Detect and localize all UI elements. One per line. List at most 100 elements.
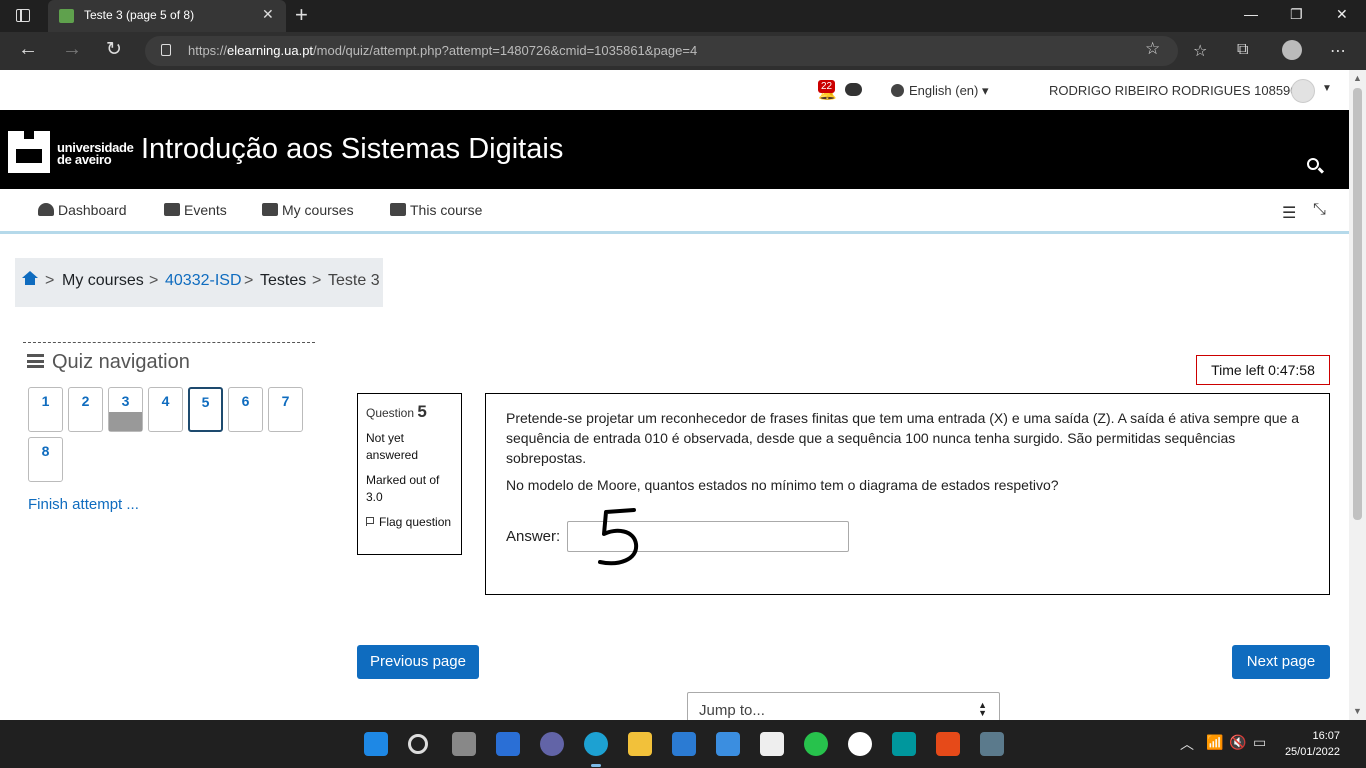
next-page-button[interactable]: Next page (1232, 645, 1330, 679)
store-icon[interactable] (672, 732, 696, 756)
question-state: Not yet answered (366, 431, 419, 462)
menu-dashboard[interactable]: Dashboard (38, 202, 127, 218)
system-clock[interactable]: 16:07 25/01/2022 (1284, 728, 1340, 760)
previous-page-button[interactable]: Previous page (357, 645, 479, 679)
notification-count-badge: 22 (818, 80, 836, 93)
messages-icon[interactable] (845, 83, 862, 96)
answer-label: Answer: (506, 528, 561, 545)
quiz-nav-question-5[interactable]: 5 (188, 387, 223, 432)
task-view-icon[interactable] (452, 732, 476, 756)
globe-icon (891, 84, 904, 97)
quiz-nav-question-2[interactable]: 2 (68, 387, 103, 432)
wifi-icon[interactable]: 📶 (1206, 734, 1223, 751)
teams-chat-icon[interactable] (540, 732, 564, 756)
battery-icon[interactable]: ▭ (1253, 734, 1266, 751)
university-logo-icon[interactable] (8, 131, 50, 173)
url-text: https://elearning.ua.pt/mod/quiz/attempt… (188, 43, 698, 58)
browser-toolbar: ← → ↻ https://elearning.ua.pt/mod/quiz/a… (0, 32, 1366, 70)
list-view-icon[interactable]: ☰ (1282, 203, 1296, 223)
scrollbar-thumb[interactable] (1353, 88, 1362, 520)
dropbox-icon[interactable] (760, 732, 784, 756)
finish-attempt-link[interactable]: Finish attempt ... (28, 496, 139, 513)
lock-icon[interactable] (161, 44, 171, 56)
user-navbar: 🔔 22 English (en) ▾ RODRIGO RIBEIRO RODR… (0, 70, 1349, 110)
quiz-nav-question-6[interactable]: 6 (228, 387, 263, 432)
question-number: Question 5 (366, 402, 427, 421)
window-close-icon[interactable]: ✕ (1336, 6, 1348, 23)
new-tab-icon[interactable]: + (295, 2, 308, 28)
scroll-down-icon[interactable]: ▼ (1353, 706, 1362, 716)
office-icon[interactable] (936, 732, 960, 756)
volume-muted-icon[interactable]: 🔇 (1229, 734, 1246, 751)
minimize-icon[interactable]: — (1244, 6, 1258, 22)
menu-my-courses[interactable]: My courses (262, 202, 354, 218)
quiz-navigation-title: Quiz navigation (27, 351, 190, 374)
user-avatar[interactable] (1291, 79, 1315, 103)
widgets-icon[interactable] (496, 732, 520, 756)
home-icon[interactable] (22, 271, 38, 285)
favorites-icon[interactable]: ☆ (1193, 41, 1207, 61)
university-logo-text: universidade de aveiro (57, 140, 134, 167)
search-icon[interactable] (1307, 158, 1319, 170)
handwritten-annotation (598, 508, 639, 566)
flag-icon (366, 517, 374, 526)
tray-chevron-icon[interactable]: ︿ (1180, 734, 1194, 754)
profile-icon[interactable] (1282, 40, 1302, 60)
refresh-icon[interactable]: ↻ (106, 38, 122, 61)
more-menu-icon[interactable]: ⋯ (1330, 41, 1346, 61)
tab-close-icon[interactable]: ✕ (262, 6, 274, 23)
collections-icon[interactable]: ⧉ (1237, 41, 1248, 59)
user-menu-caret-icon[interactable]: ▼ (1322, 83, 1332, 94)
question-content: Pretende-se projetar um reconhecedor de … (485, 393, 1330, 595)
calculator-icon[interactable] (980, 732, 1004, 756)
question-marks: Marked out of 3.0 (366, 473, 440, 504)
course-menu: Dashboard Events My courses This course … (0, 189, 1349, 234)
edge-icon[interactable] (584, 732, 608, 756)
whatsapp-icon[interactable] (804, 732, 828, 756)
add-favorite-icon[interactable]: ☆ (1145, 39, 1160, 59)
back-icon[interactable]: ← (18, 38, 38, 61)
collapse-icon[interactable]: ⤡ (1313, 201, 1326, 219)
github-icon[interactable] (848, 732, 872, 756)
quiz-nav-question-4[interactable]: 4 (148, 387, 183, 432)
quiz-nav-question-7[interactable]: 7 (268, 387, 303, 432)
browser-tab-bar: Teste 3 (page 5 of 8) ✕ + — ❐ ✕ (0, 0, 1366, 32)
quiz-nav-question-1[interactable]: 1 (28, 387, 63, 432)
question-prompt: No modelo de Moore, quantos estados no m… (506, 477, 1059, 493)
sitemap-icon (390, 203, 406, 216)
calendar-icon (164, 203, 180, 216)
menu-bars-icon (27, 354, 44, 368)
quiz-nav-question-8[interactable]: 8 (28, 437, 63, 482)
breadcrumb-course[interactable]: 40332-ISD (165, 272, 242, 290)
start-icon[interactable] (364, 732, 388, 756)
moodle-favicon-icon (59, 9, 74, 23)
quiz-nav-question-3[interactable]: 3 (108, 387, 143, 432)
arduino-icon[interactable] (892, 732, 916, 756)
breadcrumb-current: Teste 3 (328, 272, 380, 289)
file-explorer-icon[interactable] (628, 732, 652, 756)
tab-title: Teste 3 (page 5 of 8) (84, 8, 195, 22)
restore-icon[interactable]: ❐ (1290, 6, 1303, 23)
browser-tab[interactable]: Teste 3 (page 5 of 8) ✕ (48, 0, 286, 32)
menu-this-course[interactable]: This course (390, 202, 482, 218)
time-left-timer: Time left 0:47:58 (1196, 355, 1330, 385)
address-bar[interactable]: https://elearning.ua.pt/mod/quiz/attempt… (145, 36, 1178, 66)
breadcrumb-section[interactable]: Testes (260, 272, 306, 290)
flag-question-toggle[interactable]: Flag question (366, 514, 453, 531)
windows-taskbar: ︿ 📶 🔇 ▭ 16:07 25/01/2022 (0, 720, 1366, 768)
page-scrollbar[interactable]: ▲ ▼ (1349, 70, 1366, 720)
dashboard-icon (38, 203, 54, 216)
mail-icon[interactable] (716, 732, 740, 756)
scroll-up-icon[interactable]: ▲ (1353, 73, 1362, 83)
jump-to-select[interactable]: Jump to... ▲ ▼ (687, 692, 1000, 720)
user-name[interactable]: RODRIGO RIBEIRO RODRIGUES 108590 (1049, 83, 1298, 98)
taskbar-search-icon[interactable] (408, 734, 428, 754)
language-menu[interactable]: English (en) ▾ (909, 83, 989, 99)
breadcrumb: > My courses > 40332-ISD > Testes > Test… (15, 258, 383, 307)
quiz-navigation-block: Quiz navigation (23, 342, 315, 373)
tab-actions-icon[interactable] (16, 9, 30, 22)
breadcrumb-my-courses[interactable]: My courses (62, 272, 144, 290)
course-banner: universidade de aveiro Introdução aos Si… (0, 110, 1349, 189)
menu-events[interactable]: Events (164, 202, 227, 218)
forward-icon[interactable]: → (62, 38, 82, 61)
